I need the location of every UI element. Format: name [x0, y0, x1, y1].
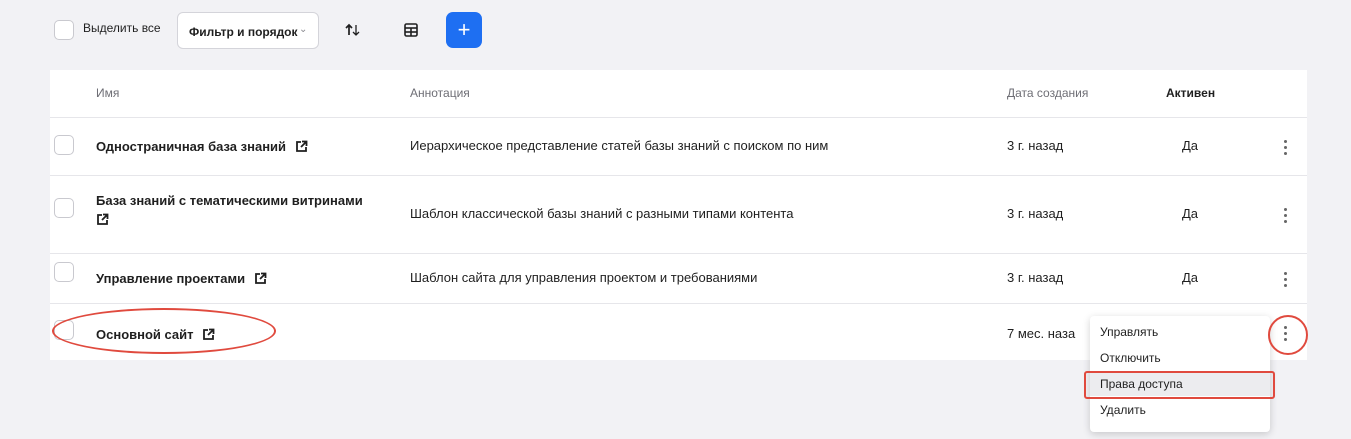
table-row[interactable]: Управление проектами Шаблон сайта для уп… [50, 253, 1307, 303]
column-header-created[interactable]: Дата создания [1007, 86, 1088, 100]
column-header-annotation[interactable]: Аннотация [410, 86, 470, 100]
row-annotation: Шаблон классической базы знаний с разным… [410, 206, 794, 221]
row-checkbox[interactable] [54, 135, 74, 155]
table-view-button[interactable] [394, 13, 428, 47]
menu-item-disable[interactable]: Отключить [1090, 346, 1270, 370]
row-actions-kebab-icon[interactable] [1280, 138, 1292, 156]
column-header-active[interactable]: Активен [1166, 86, 1215, 100]
select-all-label: Выделить все [83, 21, 161, 35]
external-link-icon[interactable] [295, 140, 308, 153]
row-annotation: Шаблон сайта для управления проектом и т… [410, 270, 758, 285]
row-actions-kebab-icon[interactable] [1280, 206, 1292, 224]
row-context-menu: Управлять Отключить Права доступа Удалит… [1090, 316, 1270, 432]
external-link-icon[interactable] [254, 272, 267, 285]
external-link-icon[interactable] [202, 328, 215, 341]
row-created: 3 г. назад [1007, 138, 1064, 153]
row-created: 3 г. назад [1007, 270, 1064, 285]
sort-button[interactable] [336, 13, 370, 47]
row-actions-kebab-icon[interactable] [1280, 270, 1292, 288]
row-active: Да [1182, 138, 1199, 153]
menu-item-manage[interactable]: Управлять [1090, 320, 1270, 344]
sort-arrows-icon [345, 23, 360, 36]
row-active: Да [1182, 270, 1199, 285]
row-active: Да [1182, 206, 1199, 221]
filter-and-order-dropdown[interactable]: Фильтр и порядок ⌄ [177, 12, 319, 49]
menu-item-delete[interactable]: Удалить [1090, 398, 1270, 422]
select-all-checkbox[interactable] [54, 20, 74, 40]
row-checkbox[interactable] [54, 198, 74, 218]
toolbar: Выделить все Фильтр и порядок ⌄ + [0, 0, 1351, 60]
add-button[interactable]: + [446, 12, 482, 48]
row-name[interactable]: База знаний с тематическими витринами [96, 191, 386, 229]
row-checkbox[interactable] [54, 262, 74, 282]
chevron-down-icon: ⌄ [299, 24, 308, 35]
external-link-icon[interactable] [96, 213, 109, 226]
row-annotation: Иерархическое представление статей базы … [410, 138, 829, 153]
row-name[interactable]: Основной сайт [96, 325, 215, 344]
row-name-text[interactable]: Управление проектами [96, 271, 245, 286]
row-name[interactable]: Одностраничная база знаний [96, 137, 308, 156]
row-name-text[interactable]: Основной сайт [96, 327, 194, 342]
table-grid-icon [404, 23, 418, 37]
row-created: 7 мес. наза [1007, 326, 1076, 341]
row-checkbox[interactable] [54, 320, 74, 340]
table-row[interactable]: База знаний с тематическими витринами Ша… [50, 175, 1307, 253]
plus-icon: + [457, 17, 471, 42]
row-name-text[interactable]: База знаний с тематическими витринами [96, 193, 363, 208]
filter-label: Фильтр и порядок [189, 25, 298, 39]
menu-item-access-rights[interactable]: Права доступа [1090, 372, 1270, 396]
row-created: 3 г. назад [1007, 206, 1064, 221]
column-header-name[interactable]: Имя [96, 86, 119, 100]
row-name-text[interactable]: Одностраничная база знаний [96, 139, 286, 154]
row-actions-kebab-icon[interactable] [1280, 324, 1292, 342]
row-name[interactable]: Управление проектами [96, 269, 267, 288]
table-row[interactable]: Одностраничная база знаний Иерархическое… [50, 117, 1307, 175]
